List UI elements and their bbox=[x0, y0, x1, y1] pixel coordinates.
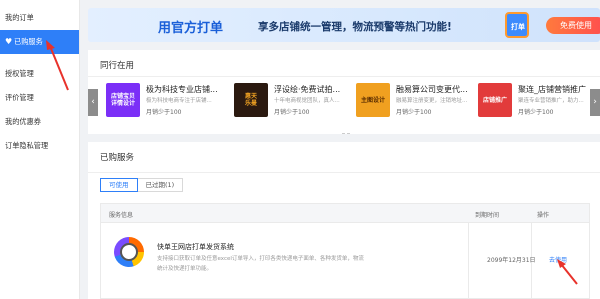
shopping-bag-icon: 打单 bbox=[505, 12, 529, 38]
promo-banner[interactable]: 用官方打单 享多店铺统一管理，物流预警等热门功能! 打单 免费使用 bbox=[88, 8, 600, 42]
peer-thumbnail: 惠天 乐曼 bbox=[234, 83, 268, 117]
peer-card[interactable]: 店铺推广 聚连_店铺营销推广 聚连专业营销推广，助力... 月销少于100 bbox=[478, 83, 598, 127]
service-description: 支持接口获取订单及任意excel订单导入，打印各类快递电子面单、各种发货单，物流… bbox=[157, 256, 364, 272]
sidebar-item-label: 订单隐私管理 bbox=[5, 141, 49, 150]
sidebar-item-purchased-services[interactable]: ♥ 已购服务 bbox=[0, 30, 79, 54]
header-expire-time: 到期时间 bbox=[475, 212, 500, 219]
peer-sales: 月销少于100 bbox=[274, 109, 310, 116]
sidebar-item-reviews[interactable]: 评价管理 bbox=[0, 86, 79, 110]
peers-panel: 同行在用 ‹ › 店铺宝贝 详情设计 极为科技专业店铺... 极为科技电商专注于… bbox=[88, 50, 600, 134]
peer-desc: 聚连专业营销推广，助力... bbox=[518, 98, 584, 104]
sidebar-item-label: 评价管理 bbox=[5, 93, 34, 102]
divider bbox=[88, 76, 600, 77]
heart-icon: ♥ bbox=[5, 37, 13, 46]
purchased-services-panel: 已购服务 可使用 已过期(1) 服务信息 到期时间 操作 快单王网店打单发货系统… bbox=[88, 142, 600, 299]
divider bbox=[88, 172, 600, 173]
peer-thumb-text: 主图设计 bbox=[360, 96, 385, 104]
bag-text: 打单 bbox=[511, 23, 525, 31]
tab-available[interactable]: 可使用 bbox=[100, 178, 138, 192]
table-header: 服务信息 到期时间 操作 bbox=[100, 203, 590, 223]
peer-card[interactable]: 惠天 乐曼 浮设绘·免费试拍... 十年电商视觉团队，真人... 月销少于100 bbox=[234, 83, 354, 127]
sidebar-item-label: 我的订单 bbox=[5, 13, 34, 22]
sidebar: 我的订单 ♥ 已购服务 授权管理 评价管理 我的优惠券 订单隐私管理 bbox=[0, 0, 80, 299]
peer-thumb-text: 惠天 乐曼 bbox=[244, 93, 257, 107]
peer-name: 极为科技专业店铺... bbox=[146, 85, 218, 94]
sidebar-item-my-orders[interactable]: 我的订单 bbox=[0, 6, 79, 30]
table-row: 快单王网店打单发货系统 支持接口获取订单及任意excel订单导入，打印各类快递电… bbox=[100, 223, 590, 299]
peer-card[interactable]: 主图设计 融易算公司变更代... 融易算注册变更，注销地址... 月销少于100 bbox=[356, 83, 476, 127]
service-expire-date: 2099年12月31日 bbox=[487, 257, 536, 264]
column-divider bbox=[468, 223, 469, 299]
peer-desc: 极为科技电商专注于店铺... bbox=[146, 98, 212, 104]
banner-subtitle: 享多店铺统一管理，物流预警等热门功能! bbox=[258, 21, 452, 33]
peer-sales: 月销少于100 bbox=[146, 109, 182, 116]
go-use-link[interactable]: 去使用 bbox=[549, 255, 567, 264]
peer-desc: 十年电商视觉团队，真人... bbox=[274, 98, 340, 104]
sidebar-item-label: 授权管理 bbox=[5, 69, 34, 78]
peer-name: 融易算公司变更代... bbox=[396, 85, 468, 94]
peer-thumbnail: 主图设计 bbox=[356, 83, 390, 117]
free-use-button[interactable]: 免费使用 bbox=[546, 17, 600, 34]
header-service-info: 服务信息 bbox=[109, 212, 134, 219]
peer-card[interactable]: 店铺宝贝 详情设计 极为科技专业店铺... 极为科技电商专注于店铺... 月销少… bbox=[106, 83, 226, 127]
peer-thumbnail: 店铺推广 bbox=[478, 83, 512, 117]
tab-expired[interactable]: 已过期(1) bbox=[137, 178, 184, 192]
service-name: 快单王网店打单发货系统 bbox=[157, 243, 234, 251]
sidebar-item-coupons[interactable]: 我的优惠券 bbox=[0, 110, 79, 134]
peer-name: 浮设绘·免费试拍... bbox=[274, 85, 341, 94]
sidebar-item-order-privacy[interactable]: 订单隐私管理 bbox=[0, 134, 79, 158]
peer-sales: 月销少于100 bbox=[396, 109, 432, 116]
carousel-prev-button[interactable]: ‹ bbox=[88, 89, 98, 116]
peer-thumb-text: 店铺宝贝 详情设计 bbox=[110, 93, 135, 107]
sidebar-item-authorization[interactable]: 授权管理 bbox=[0, 62, 79, 86]
banner-title: 用官方打单 bbox=[158, 21, 224, 36]
services-title: 已购服务 bbox=[100, 153, 135, 163]
sidebar-item-label: 已购服务 bbox=[14, 37, 43, 46]
header-action: 操作 bbox=[537, 212, 550, 219]
sidebar-item-label: 我的优惠券 bbox=[5, 117, 41, 126]
peer-thumb-text: 店铺推广 bbox=[482, 96, 507, 104]
peers-title: 同行在用 bbox=[100, 61, 135, 71]
carousel-dots bbox=[342, 128, 352, 136]
service-logo-icon bbox=[114, 237, 144, 267]
peer-desc: 融易算注册变更，注销地址... bbox=[396, 98, 468, 104]
peer-sales: 月销少于100 bbox=[518, 109, 554, 116]
peer-thumbnail: 店铺宝贝 详情设计 bbox=[106, 83, 140, 117]
service-tabs: 可使用 已过期(1) bbox=[100, 178, 184, 192]
peer-name: 聚连_店铺营销推广 bbox=[518, 85, 586, 94]
